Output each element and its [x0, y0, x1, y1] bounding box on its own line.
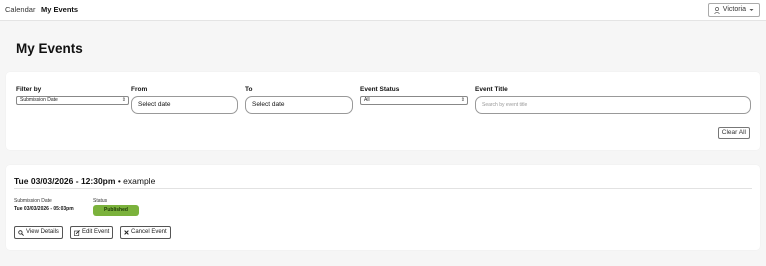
status-label: Status [93, 198, 108, 204]
title-separator: • [117, 176, 121, 186]
caret-down-icon [749, 8, 754, 12]
to-label: To [245, 86, 253, 93]
divider [14, 188, 752, 189]
event-title: Tue 03/03/2026 - 12:30pm • example [14, 176, 155, 186]
top-nav-bar: Calendar My Events Victoria [0, 0, 766, 21]
view-details-label: View Details [26, 229, 59, 235]
cancel-event-button[interactable]: Cancel Event [120, 226, 171, 239]
event-title-search-input[interactable]: Search by event title [475, 96, 751, 114]
submission-date-label: Submission Date [14, 198, 52, 204]
event-status-label: Event Status [360, 86, 400, 93]
filter-by-value: Submission Date [20, 97, 58, 103]
cancel-event-label: Cancel Event [131, 229, 167, 235]
from-date-input[interactable]: Select date [131, 96, 238, 114]
select-arrows-icon: ⇕ [460, 97, 465, 103]
event-card: Tue 03/03/2026 - 12:30pm • example Submi… [6, 165, 760, 250]
filter-by-label: Filter by [16, 86, 42, 93]
event-name: example [123, 176, 156, 186]
nav-my-events-link[interactable]: My Events [41, 5, 78, 14]
select-arrows-icon: ⇕ [121, 97, 126, 103]
x-icon [124, 230, 129, 235]
pencil-square-icon [74, 229, 80, 236]
magnifier-icon [18, 229, 24, 236]
view-details-button[interactable]: View Details [14, 226, 63, 239]
filter-by-select[interactable]: Submission Date ⇕ [16, 96, 129, 105]
to-date-input[interactable]: Select date [245, 96, 353, 114]
user-icon [714, 6, 720, 14]
event-status-value: All [364, 97, 370, 103]
event-status-select[interactable]: All ⇕ [360, 96, 468, 105]
user-menu-button[interactable]: Victoria [707, 3, 760, 17]
edit-event-label: Edit Event [82, 229, 110, 235]
filter-panel: Filter by Submission Date ⇕ From Select … [6, 72, 760, 150]
status-badge: Published [93, 205, 139, 216]
from-label: From [131, 86, 148, 93]
nav-calendar-link[interactable]: Calendar [5, 5, 35, 14]
event-date-time: Tue 03/03/2026 - 12:30pm [14, 176, 116, 186]
page-title: My Events [16, 41, 83, 56]
edit-event-button[interactable]: Edit Event [70, 226, 114, 239]
event-title-label: Event Title [475, 86, 508, 93]
clear-all-button[interactable]: Clear All [717, 127, 750, 139]
user-name: Victoria [722, 6, 746, 13]
submission-date-value: Tue 03/03/2026 - 05:03pm [14, 206, 74, 212]
